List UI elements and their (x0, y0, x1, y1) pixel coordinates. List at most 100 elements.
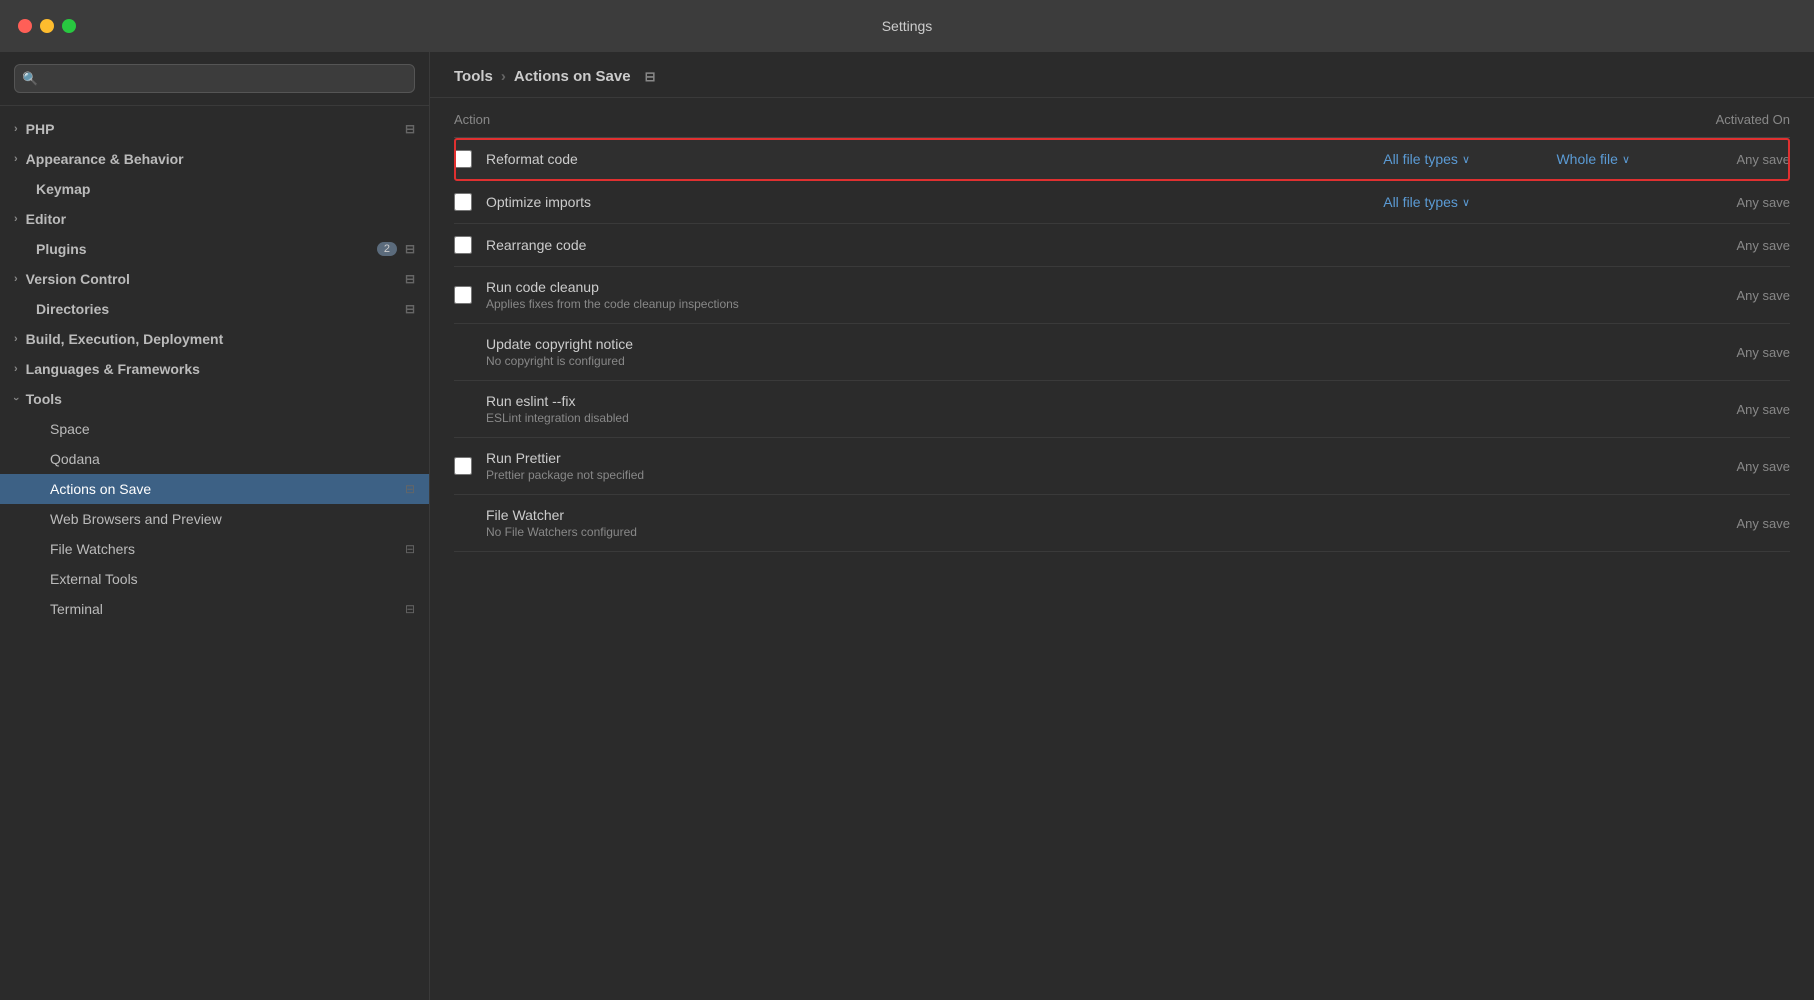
row-filetype[interactable]: All file types ∨ (1270, 194, 1470, 210)
row-label: Reformat code (486, 151, 1270, 167)
sidebar-item-space[interactable]: Space (0, 414, 429, 444)
sidebar-item-keymap[interactable]: Keymap (0, 174, 429, 204)
settings-icon: ⊟ (405, 482, 415, 496)
sidebar-item-web-browsers[interactable]: Web Browsers and Preview (0, 504, 429, 534)
row-activated: Any save (1630, 459, 1790, 474)
plugins-badge: 2 (377, 242, 397, 256)
breadcrumb-current: Actions on Save (514, 68, 631, 85)
row-label: Run eslint --fix (486, 393, 1270, 409)
chevron-right-icon: › (14, 273, 18, 285)
titlebar: Settings (0, 0, 1814, 52)
settings-icon: ⊟ (405, 602, 415, 616)
sidebar-item-build[interactable]: › Build, Execution, Deployment (0, 324, 429, 354)
filetype-label: All file types (1383, 151, 1458, 167)
breadcrumb-parent: Tools (454, 68, 493, 85)
row-label: Update copyright notice (486, 336, 1270, 352)
sidebar-item-qodana[interactable]: Qodana (0, 444, 429, 474)
sidebar-item-plugins[interactable]: Plugins 2 ⊟ (0, 234, 429, 264)
sidebar-item-php[interactable]: › PHP ⊟ (0, 114, 429, 144)
row-label: Run Prettier (486, 450, 1270, 466)
rearrange-code-checkbox[interactable] (454, 236, 472, 254)
row-sublabel: Applies fixes from the code cleanup insp… (486, 297, 1270, 311)
row-label-wrap: File Watcher No File Watchers configured (486, 507, 1270, 539)
chevron-down-icon: › (10, 397, 22, 401)
row-label: Rearrange code (486, 237, 1270, 253)
optimize-imports-checkbox[interactable] (454, 193, 472, 211)
filetype-label: All file types (1383, 194, 1458, 210)
sidebar-item-file-watchers[interactable]: File Watchers ⊟ (0, 534, 429, 564)
sidebar-item-external-tools[interactable]: External Tools (0, 564, 429, 594)
table-row: Run eslint --fix ESLint integration disa… (454, 381, 1790, 438)
window-controls (18, 19, 76, 33)
row-activated: Any save (1630, 345, 1790, 360)
row-label-wrap: Rearrange code (486, 237, 1270, 253)
col-header-action: Action (454, 112, 1630, 127)
table-header: Action Activated On (454, 98, 1790, 138)
settings-icon: ⊟ (405, 122, 415, 136)
table-area: Action Activated On Reformat code All fi… (430, 98, 1814, 1000)
row-activated: Any save (1630, 402, 1790, 417)
chevron-right-icon: › (14, 153, 18, 165)
sidebar-item-label: Space (50, 421, 90, 437)
row-label: Optimize imports (486, 194, 1270, 210)
window-title: Settings (882, 18, 933, 34)
breadcrumb-separator: › (501, 68, 506, 85)
row-activated: Any save (1630, 288, 1790, 303)
content-area: Tools › Actions on Save ⊟ Action Activat… (430, 52, 1814, 1000)
run-prettier-checkbox[interactable] (454, 457, 472, 475)
row-label-wrap: Run Prettier Prettier package not specif… (486, 450, 1270, 482)
sidebar-item-label: Build, Execution, Deployment (26, 331, 224, 347)
table-row: Rearrange code Any save (454, 224, 1790, 267)
table-row: Optimize imports All file types ∨ Any sa… (454, 181, 1790, 224)
main-layout: 🔍 › PHP ⊟ › Appearance & Behavior Keymap (0, 52, 1814, 1000)
sidebar-item-label: Appearance & Behavior (26, 151, 184, 167)
sidebar-item-directories[interactable]: Directories ⊟ (0, 294, 429, 324)
sidebar-item-editor[interactable]: › Editor (0, 204, 429, 234)
sidebar-item-terminal[interactable]: Terminal ⊟ (0, 594, 429, 624)
table-row: Reformat code All file types ∨ Whole fil… (454, 138, 1790, 181)
row-label-wrap: Run code cleanup Applies fixes from the … (486, 279, 1270, 311)
sidebar-item-label: Directories (36, 301, 109, 317)
maximize-button[interactable] (62, 19, 76, 33)
sidebar-item-version-control[interactable]: › Version Control ⊟ (0, 264, 429, 294)
run-code-cleanup-checkbox[interactable] (454, 286, 472, 304)
row-scope[interactable]: Whole file ∨ (1470, 151, 1630, 167)
sidebar-item-label: Terminal (50, 601, 103, 617)
sidebar-item-tools[interactable]: › Tools (0, 384, 429, 414)
sidebar-item-label: Version Control (26, 271, 130, 287)
row-filetype[interactable]: All file types ∨ (1270, 151, 1470, 167)
close-button[interactable] (18, 19, 32, 33)
sidebar-item-actions-on-save[interactable]: Actions on Save ⊟ (0, 474, 429, 504)
breadcrumb-icon: ⊟ (645, 69, 656, 85)
sidebar-item-label: Tools (26, 391, 62, 407)
row-label: File Watcher (486, 507, 1270, 523)
sidebar-item-label: Keymap (36, 181, 90, 197)
row-label-wrap: Update copyright notice No copyright is … (486, 336, 1270, 368)
row-sublabel: No File Watchers configured (486, 525, 1270, 539)
chevron-down-icon: ∨ (1622, 153, 1630, 166)
scope-label: Whole file (1556, 151, 1617, 167)
search-input[interactable] (14, 64, 415, 93)
row-label-wrap: Run eslint --fix ESLint integration disa… (486, 393, 1270, 425)
row-sublabel: Prettier package not specified (486, 468, 1270, 482)
settings-icon: ⊟ (405, 302, 415, 316)
minimize-button[interactable] (40, 19, 54, 33)
table-row: Update copyright notice No copyright is … (454, 324, 1790, 381)
search-icon: 🔍 (22, 71, 38, 87)
sidebar-item-appearance[interactable]: › Appearance & Behavior (0, 144, 429, 174)
nav-items: › PHP ⊟ › Appearance & Behavior Keymap ›… (0, 106, 429, 1000)
sidebar-item-languages[interactable]: › Languages & Frameworks (0, 354, 429, 384)
reformat-code-checkbox[interactable] (454, 150, 472, 168)
sidebar-item-label: Actions on Save (50, 481, 151, 497)
row-label: Run code cleanup (486, 279, 1270, 295)
row-label-wrap: Reformat code (486, 151, 1270, 167)
row-sublabel: ESLint integration disabled (486, 411, 1270, 425)
row-label-wrap: Optimize imports (486, 194, 1270, 210)
chevron-right-icon: › (14, 333, 18, 345)
col-header-activated: Activated On (1630, 112, 1790, 127)
settings-icon: ⊟ (405, 542, 415, 556)
sidebar-item-label: Qodana (50, 451, 100, 467)
row-activated: Any save (1630, 152, 1790, 167)
chevron-right-icon: › (14, 213, 18, 225)
table-row: Run code cleanup Applies fixes from the … (454, 267, 1790, 324)
